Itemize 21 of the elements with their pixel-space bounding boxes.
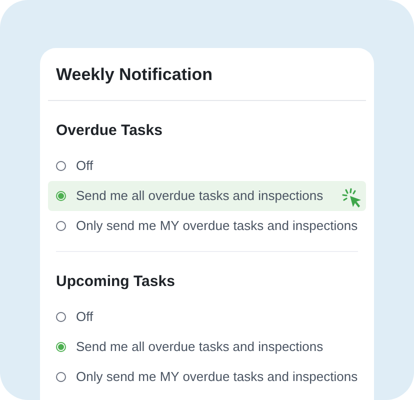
radio-button[interactable] xyxy=(56,161,66,171)
radio-option[interactable]: Only send me MY overdue tasks and inspections xyxy=(48,362,366,392)
radio-button[interactable] xyxy=(56,342,66,352)
section-heading: Upcoming Tasks xyxy=(55,272,176,292)
option-label: Off xyxy=(76,308,94,326)
radio-option[interactable]: Off xyxy=(48,302,366,332)
option-label: Only send me MY overdue tasks and inspections xyxy=(76,217,358,236)
option-label: Send me all overdue tasks and inspections xyxy=(76,338,324,356)
radio-option[interactable]: Off xyxy=(48,151,366,181)
section-heading: Overdue Tasks xyxy=(55,121,164,141)
radio-button[interactable] xyxy=(56,191,66,201)
option-label: Only send me MY overdue tasks and inspections xyxy=(76,368,358,386)
radio-option[interactable]: Only send me MY overdue tasks and inspections xyxy=(48,211,366,241)
option-label: Send me all overdue tasks and inspections xyxy=(76,187,324,206)
option-label: Off xyxy=(76,157,94,176)
radio-option[interactable]: Send me all overdue tasks and inspections xyxy=(48,332,366,362)
radio-option[interactable]: Send me all overdue tasks and inspections xyxy=(48,181,366,211)
card-title: Weekly Notification xyxy=(56,64,214,86)
radio-button[interactable] xyxy=(56,372,66,382)
radio-button[interactable] xyxy=(56,312,66,322)
radio-button[interactable] xyxy=(56,221,66,231)
